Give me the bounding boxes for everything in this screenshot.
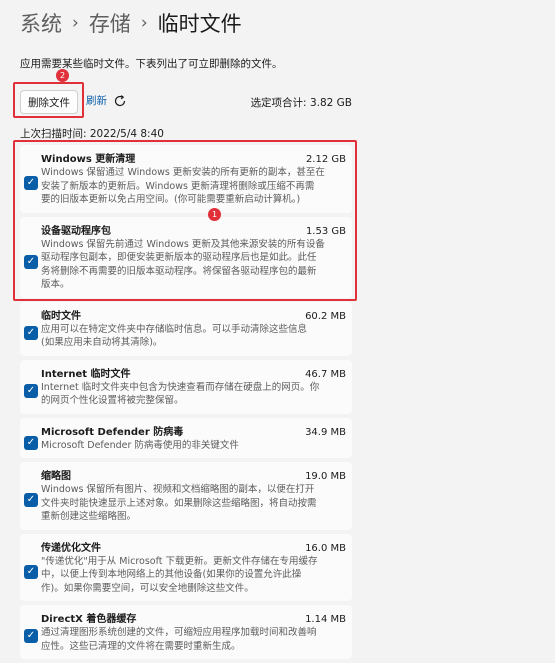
item-description: Microsoft Defender 防病毒使用的非关键文件 — [41, 439, 346, 453]
delete-files-button[interactable]: 删除文件 — [20, 90, 78, 114]
list-item: ✓ Windows 更新清理 2.12 GB Windows 保留通过 Windows… — [20, 145, 352, 213]
item-description: 应用可以在特定文件夹中存储临时信息。可以手动清除这些信息 (如果应用未自动将其清除… — [41, 323, 346, 350]
item-size: 60.2 MB — [305, 310, 346, 322]
item-header: Windows 更新清理 2.12 GB — [41, 150, 346, 165]
checkmark-icon: ✓ — [26, 630, 36, 641]
breadcrumb-storage[interactable]: 存储 — [89, 8, 131, 38]
item-description: Windows 保留通过 Windows 更新安装的所有更新的副本，甚至在 安装了… — [41, 166, 346, 207]
checkbox[interactable]: ✓ — [24, 493, 38, 507]
checkbox[interactable]: ✓ — [24, 176, 38, 190]
item-description-line: 重新创建这些缩略图。 — [41, 511, 137, 522]
chevron-right-icon: › — [140, 13, 148, 33]
checkbox[interactable]: ✓ — [24, 564, 38, 579]
refresh-label: 刷新 — [86, 95, 107, 107]
refresh-button[interactable]: 刷新 — [86, 93, 127, 108]
list-item: ✓ Internet 临时文件 46.7 MB Internet 临时文件夹中包含为快… — [20, 359, 352, 414]
checkmark-icon: ✓ — [26, 565, 36, 577]
item-description-line: 应用可以在特定文件夹中存储临时信息。可以手动清除这些信息 — [41, 323, 308, 335]
item-description: "传递优化"用于从 Microsoft 下载更新。更新文件存储在专用缓存 中，以便… — [41, 555, 346, 596]
checkbox[interactable]: ✓ — [24, 629, 38, 643]
item-description-line: 务将删除不再需要的旧版本驱动程序。将保留各驱动程序包的最新 — [41, 265, 317, 277]
checkmark-icon: ✓ — [26, 177, 36, 188]
item-name: Microsoft Defender 防病毒 — [41, 426, 184, 438]
item-size: 16.0 MB — [305, 542, 346, 554]
checkbox[interactable]: ✓ — [24, 254, 38, 269]
item-header: 设备驱动程序包 1.53 GB — [41, 222, 346, 237]
item-description-line: 的网页个性化设置将被完整保留。 — [41, 395, 184, 406]
list-item: ✓ 临时文件 60.2 MB 应用可以在特定文件夹中存储临时信息。可以手动清除这些信息… — [20, 301, 352, 356]
item-name: 传递优化文件 — [41, 542, 101, 554]
checkbox[interactable]: ✓ — [24, 435, 38, 450]
checkmark-icon: ✓ — [26, 255, 36, 267]
item-description-line: Windows 保留通过 Windows 更新安装的所有更新的副本，甚至在 — [41, 167, 325, 178]
refresh-icon — [114, 94, 126, 106]
temp-file-list: ✓ Windows 更新清理 2.12 GB Windows 保留通过 Windows… — [20, 145, 352, 663]
item-header: 临时文件 60.2 MB — [41, 307, 346, 322]
item-name: 临时文件 — [41, 310, 81, 322]
item-description-line: 应性。这些已清理的文件将在需要时重新生成。 — [41, 640, 241, 652]
item-name: 设备驱动程序包 — [41, 225, 111, 237]
checkmark-icon: ✓ — [26, 326, 36, 338]
item-description-line: 文件夹时能快速显示上述对象。如果删除这些缩略图，将自动按需 — [41, 497, 317, 509]
list-item: ✓ 传递优化文件 16.0 MB "传递优化"用于从 Microsoft 下载更新。更… — [20, 533, 352, 601]
item-name: Internet 临时文件 — [41, 368, 131, 380]
item-description-line: 通过清理图形系统创建的文件，可缩短应用程序加载时间和改善响 — [41, 627, 317, 638]
item-description-line: 安装了新版本的更新后。Windows 更新清理将删除或压缩不再需 — [41, 180, 315, 192]
item-name: DirectX 着色器缓存 — [41, 614, 137, 625]
item-description: Windows 保留所有图片、视频和文档缩略图的副本，以便在打开 文件夹时能快速显… — [41, 483, 346, 524]
list-item: ✓ DirectX 着色器缓存 1.14 MB 通过清理图形系统创建的文件，可缩短应用… — [20, 605, 352, 659]
item-description-line: Windows 保留所有图片、视频和文档缩略图的副本，以便在打开 — [41, 484, 315, 495]
item-description: 通过清理图形系统创建的文件，可缩短应用程序加载时间和改善响 应性。这些已清理的文件… — [41, 626, 346, 653]
item-header: Microsoft Defender 防病毒 34.9 MB — [41, 423, 346, 438]
last-scan-time: 上次扫描时间: 2022/5/4 8:40 — [20, 128, 164, 140]
item-size: 2.12 GB — [305, 154, 346, 165]
item-header: DirectX 着色器缓存 1.14 MB — [41, 610, 346, 625]
list-item: ✓ Microsoft Defender 防病毒 34.9 MB Microsoft … — [20, 417, 352, 458]
item-size: 1.14 MB — [305, 614, 346, 625]
breadcrumb: 系统 › 存储 › 临时文件 — [20, 6, 242, 40]
item-description-line: (如果应用未自动将其清除)。 — [41, 337, 163, 348]
item-description-line: 中，以便上传到本地网络上的其他设备(如果你的设置允许此操 — [41, 569, 302, 580]
item-size: 1.53 GB — [305, 225, 346, 237]
checkmark-icon: ✓ — [26, 436, 36, 448]
item-size: 19.0 MB — [305, 471, 346, 482]
item-size: 46.7 MB — [305, 368, 346, 380]
marker-2: 2 — [56, 69, 69, 82]
item-name: 缩略图 — [41, 471, 71, 482]
checkbox[interactable]: ✓ — [24, 325, 38, 340]
item-description-line: Internet 临时文件夹中包含为快速查看而存储在硬盘上的网页。你 — [41, 381, 320, 393]
item-name: Windows 更新清理 — [41, 154, 136, 165]
item-description: Internet 临时文件夹中包含为快速查看而存储在硬盘上的网页。你 的网页个性化… — [41, 381, 346, 408]
item-description-line: "传递优化"用于从 Microsoft 下载更新。更新文件存储在专用缓存 — [41, 555, 318, 567]
item-size: 34.9 MB — [305, 426, 346, 438]
item-header: 缩略图 19.0 MB — [41, 467, 346, 482]
item-description-line: Windows 保留先前通过 Windows 更新及其他来源安装的所有设备 — [41, 238, 325, 250]
checkmark-icon: ✓ — [26, 494, 36, 505]
chevron-right-icon: › — [72, 13, 79, 33]
list-item: ✓ 缩略图 19.0 MB Windows 保留所有图片、视频和文档缩略图的副本，以便… — [20, 462, 352, 530]
item-description: Windows 保留先前通过 Windows 更新及其他来源安装的所有设备 驱动程… — [41, 238, 346, 292]
item-description-line: 版本。 — [41, 279, 70, 290]
breadcrumb-system[interactable]: 系统 — [20, 8, 62, 38]
toolbar: 删除文件 刷新 选定项合计: 3.82 GB — [20, 90, 352, 114]
checkbox[interactable]: ✓ — [24, 383, 38, 398]
page-title: 临时文件 — [157, 12, 242, 36]
list-item: ✓ 设备驱动程序包 1.53 GB Windows 保留先前通过 Windows 更新… — [20, 216, 352, 298]
item-header: Internet 临时文件 46.7 MB — [41, 365, 346, 380]
item-description-line: 作)。如果你需要空间，可以安全地删除这些文件。 — [41, 582, 254, 594]
selected-total: 选定项合计: 3.82 GB — [250, 97, 352, 109]
item-description-line: Microsoft Defender 防病毒使用的非关键文件 — [41, 439, 239, 451]
item-description-line: 要的旧版本更新以免占用空间。(你可能需要重新启动计算机。) — [41, 194, 301, 205]
item-header: 传递优化文件 16.0 MB — [41, 539, 346, 554]
checkmark-icon: ✓ — [26, 384, 36, 396]
item-description-line: 驱动程序包副本，即便安装更新版本的驱动程序后也是如此。此任 — [41, 252, 317, 263]
marker-1: 1 — [208, 208, 221, 221]
